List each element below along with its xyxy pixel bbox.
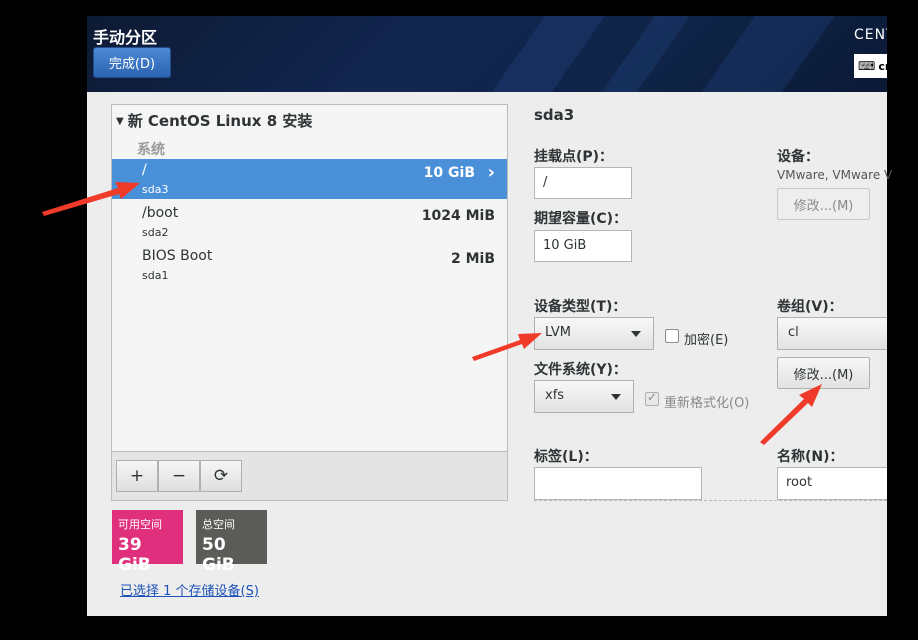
encrypt-checkbox[interactable]: [665, 329, 679, 343]
total-space-label: 总空间: [202, 518, 235, 531]
partition-size: 2 MiB: [450, 251, 495, 267]
device-type-value: LVM: [545, 325, 571, 340]
filesystem-label: 文件系统(Y)：: [534, 362, 627, 378]
expander-down-icon[interactable]: ▼: [116, 116, 124, 127]
mount-point-label: 挂载点(P)：: [534, 149, 614, 165]
partition-mount: /: [142, 162, 147, 178]
partition-size: 1024 MiB: [421, 208, 495, 224]
header-bar: 手动分区 完成(D) CENT ⌨ cn: [87, 16, 887, 92]
partition-device: sda2: [142, 226, 169, 239]
volume-group-label: 卷组(V)：: [777, 299, 843, 315]
partition-tree: ▼ 新 CentOS Linux 8 安装 系统 / sda3 10 GiB › …: [111, 104, 508, 501]
install-title: 新 CentOS Linux 8 安装: [127, 112, 313, 130]
device-type-select[interactable]: LVM: [534, 317, 654, 350]
filesystem-value: xfs: [545, 388, 565, 403]
device-modify-button[interactable]: 修改...(M): [777, 188, 870, 220]
remove-partition-button[interactable]: −: [158, 460, 200, 492]
partition-device: sda3: [142, 183, 169, 196]
reformat-label: 重新格式化(O): [664, 396, 750, 411]
chevron-right-icon: ›: [487, 162, 495, 183]
tag-label: 标签(L)：: [534, 449, 598, 465]
partition-device: sda1: [142, 269, 169, 282]
partition-row-root[interactable]: / sda3 10 GiB ›: [112, 159, 507, 199]
page-title: 手动分区: [93, 28, 158, 47]
filesystem-select[interactable]: xfs: [534, 380, 634, 413]
partition-row-biosboot[interactable]: BIOS Boot sda1 2 MiB: [112, 245, 507, 285]
total-space-value: 50 GiB: [202, 535, 235, 575]
header-decoration: [474, 16, 620, 92]
install-group-header[interactable]: ▼ 新 CentOS Linux 8 安装: [116, 110, 312, 131]
capacity-input[interactable]: 10 GiB: [534, 230, 632, 262]
capacity-label: 期望容量(C)：: [534, 211, 628, 227]
partition-mount: /boot: [142, 205, 179, 221]
done-button[interactable]: 完成(D): [93, 47, 171, 78]
partition-toolbar: + − ⟳: [112, 451, 507, 500]
section-divider: [534, 500, 887, 501]
volume-group-modify-button[interactable]: 修改...(M): [777, 357, 870, 389]
main-content: ▼ 新 CentOS Linux 8 安装 系统 / sda3 10 GiB › …: [87, 92, 892, 616]
reformat-checkbox[interactable]: [645, 390, 659, 406]
available-space-box: 可用空间 39 GiB: [112, 510, 183, 575]
device-type-label: 设备类型(T)：: [534, 299, 627, 315]
available-space-label: 可用空间: [118, 518, 162, 531]
add-partition-button[interactable]: +: [116, 460, 158, 492]
volume-group-select[interactable]: cl: [777, 317, 887, 350]
dropdown-arrow-icon: [631, 331, 641, 337]
total-space-box: 总空间 50 GiB: [196, 510, 267, 575]
available-space-value: 39 GiB: [118, 535, 151, 575]
partition-mount: BIOS Boot: [142, 248, 213, 264]
detail-title: sda3: [534, 106, 575, 124]
tag-input[interactable]: [534, 467, 702, 500]
header-decoration: [684, 16, 850, 92]
device-label: 设备：: [777, 149, 819, 165]
name-input[interactable]: root: [777, 467, 887, 500]
header-decoration: [584, 16, 705, 92]
product-name: CENT: [854, 27, 887, 43]
volume-group-value: cl: [788, 325, 799, 340]
system-group-label: 系统: [137, 142, 165, 158]
refresh-button[interactable]: ⟳: [200, 460, 242, 492]
keyboard-layout-indicator[interactable]: ⌨ cn: [854, 54, 887, 78]
keyboard-layout-label: cn: [878, 59, 887, 73]
device-value: VMware, VMware V: [777, 168, 893, 182]
storage-devices-link[interactable]: 已选择 1 个存储设备(S): [120, 580, 259, 599]
refresh-icon: ⟳: [213, 466, 229, 486]
partition-row-boot[interactable]: /boot sda2 1024 MiB: [112, 202, 507, 242]
dropdown-arrow-icon: [611, 394, 621, 400]
partition-size: 10 GiB: [423, 165, 475, 181]
mount-point-input[interactable]: /: [534, 167, 632, 199]
name-label: 名称(N)：: [777, 449, 844, 465]
encrypt-label: 加密(E): [684, 333, 729, 348]
keyboard-icon: ⌨: [858, 59, 876, 73]
